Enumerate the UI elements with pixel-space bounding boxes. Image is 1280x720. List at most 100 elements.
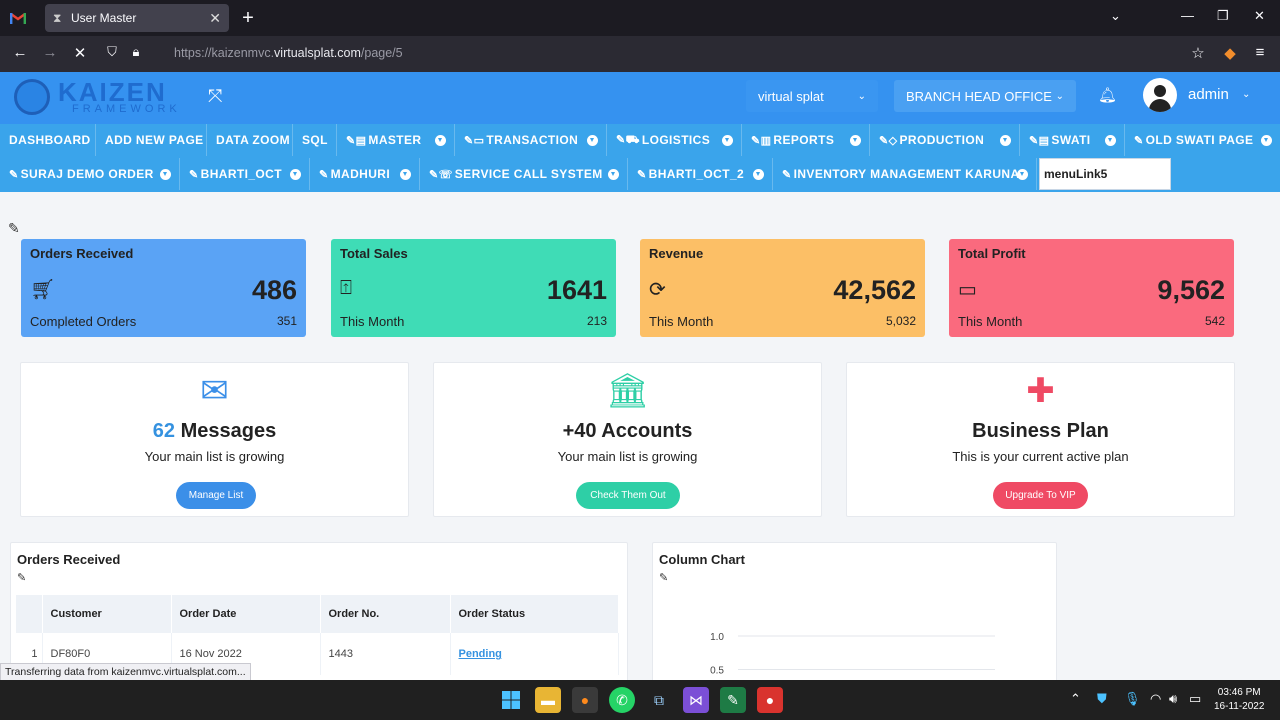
stat-count: 542	[1204, 314, 1225, 328]
menu-old-swati-page[interactable]: ✎ OLD SWATI PAGE	[1125, 124, 1280, 156]
menu-transaction[interactable]: ✎▭ TRANSACTION	[455, 124, 607, 156]
company-select[interactable]: virtual splat ⌄	[746, 80, 878, 112]
pencil-icon: ✎▭	[464, 134, 485, 147]
menu-sql[interactable]: SQL	[293, 124, 337, 156]
forward-button[interactable]: →	[40, 44, 60, 61]
restore-button[interactable]: ❐	[1217, 8, 1229, 24]
info-card-title: Business Plan	[972, 420, 1109, 442]
kaizen-logo[interactable]: KAIZEN FRAMEWORK	[14, 76, 194, 120]
menu-label: SURAJ DEMO ORDER	[20, 167, 154, 181]
manage-list-button[interactable]: Manage List	[176, 482, 256, 509]
hourglass-icon: ⧗	[53, 10, 62, 25]
menu-service-call-system[interactable]: ✎☏ SERVICE CALL SYSTEM	[420, 158, 628, 190]
menu-label: DATA ZOOM	[216, 133, 291, 147]
chevron-down-icon: ⌄	[857, 90, 866, 102]
menu-inventory-management-karuna[interactable]: ✎ INVENTORY MANAGEMENT KARUNA	[773, 158, 1037, 190]
close-tab-icon[interactable]: ✕	[209, 10, 221, 27]
menu-logistics[interactable]: ✎⛟ LOGISTICS	[607, 124, 742, 156]
menu-add-new-page[interactable]: ADD NEW PAGE	[96, 124, 207, 156]
url-prefix: https://kaizenmvc.	[174, 46, 275, 60]
menu-dashboard[interactable]: DASHBOARD	[0, 124, 96, 156]
avatar[interactable]	[1143, 78, 1177, 112]
cell-order-no: 1443	[320, 633, 451, 675]
minimize-button[interactable]: —	[1181, 8, 1194, 23]
stat-value: 486	[251, 275, 297, 305]
column-header[interactable]: Order Status	[450, 595, 619, 633]
menu-hamburger-icon[interactable]: ≡	[1250, 44, 1270, 61]
menu-madhuri[interactable]: ✎ MADHURI	[310, 158, 420, 190]
system-clock[interactable]: 03:46 PM 16-11-2022	[1214, 686, 1264, 714]
new-tab-button[interactable]: +	[238, 6, 258, 30]
status-link[interactable]: Pending	[459, 648, 502, 660]
firefox-icon[interactable]: ●	[572, 687, 598, 713]
notification-bell-icon[interactable]: 🔔︎	[1098, 86, 1117, 104]
info-card-title: +40 Accounts	[562, 420, 693, 442]
panel-title: Orders Received	[17, 552, 121, 567]
stat-subtitle: This Month	[340, 314, 405, 329]
battery-icon[interactable]: ▭	[1189, 691, 1201, 707]
bank-icon: 🏛︎	[605, 372, 650, 410]
network-app-icon[interactable]: ⧉	[646, 687, 672, 713]
stat-value: 42,562	[833, 275, 916, 305]
stat-count: 213	[586, 314, 607, 328]
column-header[interactable]: Order Date	[171, 595, 321, 633]
gmail-pinned-tab[interactable]	[0, 0, 36, 36]
menu-reports[interactable]: ✎▥ REPORTS	[742, 124, 870, 156]
edit-icon[interactable]: ✎	[17, 571, 26, 584]
user-name[interactable]: admin	[1188, 86, 1229, 103]
tab-list-chevron-icon[interactable]: ⌄	[1110, 8, 1121, 24]
stat-title: Total Profit	[958, 246, 1026, 261]
new-menu-input[interactable]	[1039, 158, 1171, 190]
address-bar[interactable]: https://kaizenmvc.virtualsplat.com/page/…	[174, 46, 403, 60]
menu-bharti-oct[interactable]: ✎ BHARTI_OCT	[180, 158, 310, 190]
stop-loading-button[interactable]: ✕	[70, 44, 90, 62]
menu-swati[interactable]: ✎▤ SWATI	[1020, 124, 1125, 156]
branch-select[interactable]: BRANCH HEAD OFFICE ⌄	[894, 80, 1076, 112]
defender-shield-icon[interactable]: ⛊	[1097, 691, 1107, 707]
edit-page-icon[interactable]: ✎	[8, 220, 20, 237]
lock-icon[interactable]: 🔒︎	[126, 44, 146, 60]
windows-start-icon[interactable]	[498, 687, 524, 713]
tray-chevron-up-icon[interactable]: ⌃	[1070, 691, 1081, 707]
menu-suraj-demo-order[interactable]: ✎ SURAJ DEMO ORDER	[0, 158, 180, 190]
upgrade-to-vip-button[interactable]: Upgrade To VIP	[993, 482, 1088, 509]
fullscreen-expand-icon[interactable]: ⤧	[208, 86, 222, 107]
whatsapp-icon[interactable]: ✆	[609, 687, 635, 713]
stat-title: Revenue	[649, 246, 704, 261]
wifi-icon[interactable]: ◠	[1150, 691, 1161, 707]
menu-bharti-oct-2[interactable]: ✎ BHARTI_OCT_2	[628, 158, 773, 190]
cell-order-status: Pending	[450, 633, 619, 675]
column-header[interactable]: Customer	[42, 595, 172, 633]
microphone-icon[interactable]: 🎙︎	[1124, 691, 1141, 707]
column-header[interactable]: Order No.	[320, 595, 451, 633]
bookmark-star-icon[interactable]: ☆	[1188, 44, 1208, 62]
stat-value: 9,562	[1157, 275, 1225, 305]
browser-navbar: ← → ✕ ⛉ 🔒︎ https://kaizenmvc.virtualspla…	[0, 36, 1280, 72]
file-explorer-icon[interactable]: ▬	[535, 687, 561, 713]
close-window-button[interactable]: ✕	[1254, 8, 1265, 24]
browser-tab-active[interactable]: ⧗ User Master ✕	[45, 4, 229, 32]
menu-production[interactable]: ✎◇ PRODUCTION	[870, 124, 1020, 156]
notepad-icon[interactable]: ✎	[720, 687, 746, 713]
visual-studio-icon[interactable]: ⋈	[683, 687, 709, 713]
cart-icon: 🛒︎	[30, 279, 56, 301]
user-menu-chevron-icon[interactable]: ⌄	[1242, 89, 1250, 100]
menu-label: TRANSACTION	[486, 133, 579, 147]
menu-data-zoom[interactable]: DATA ZOOM	[207, 124, 293, 156]
check-them-out-button[interactable]: Check Them Out	[576, 482, 680, 509]
menu-label: SQL	[302, 133, 328, 147]
shield-icon[interactable]: ⛉	[102, 44, 122, 60]
column-chart: 1.0 0.5	[710, 632, 995, 677]
app-header: KAIZEN FRAMEWORK ⤧ virtual splat ⌄ BRANC…	[0, 72, 1280, 124]
screen-recorder-icon[interactable]: ●	[757, 687, 783, 713]
volume-icon[interactable]: 🔊︎	[1169, 691, 1177, 707]
back-button[interactable]: ←	[10, 44, 30, 61]
company-select-value: virtual splat	[758, 88, 824, 104]
browser-tabbar: ⧗ User Master ✕ + ⌄ — ❐ ✕	[0, 0, 1280, 36]
metamask-extension-icon[interactable]: ◆	[1220, 44, 1240, 62]
stat-count: 5,032	[885, 314, 916, 328]
table-header-row: Customer Order Date Order No. Order Stat…	[16, 595, 619, 633]
menu-master[interactable]: ✎▤ MASTER	[337, 124, 455, 156]
gmail-icon	[10, 13, 26, 24]
dropdown-chevron-icon	[1017, 169, 1028, 180]
